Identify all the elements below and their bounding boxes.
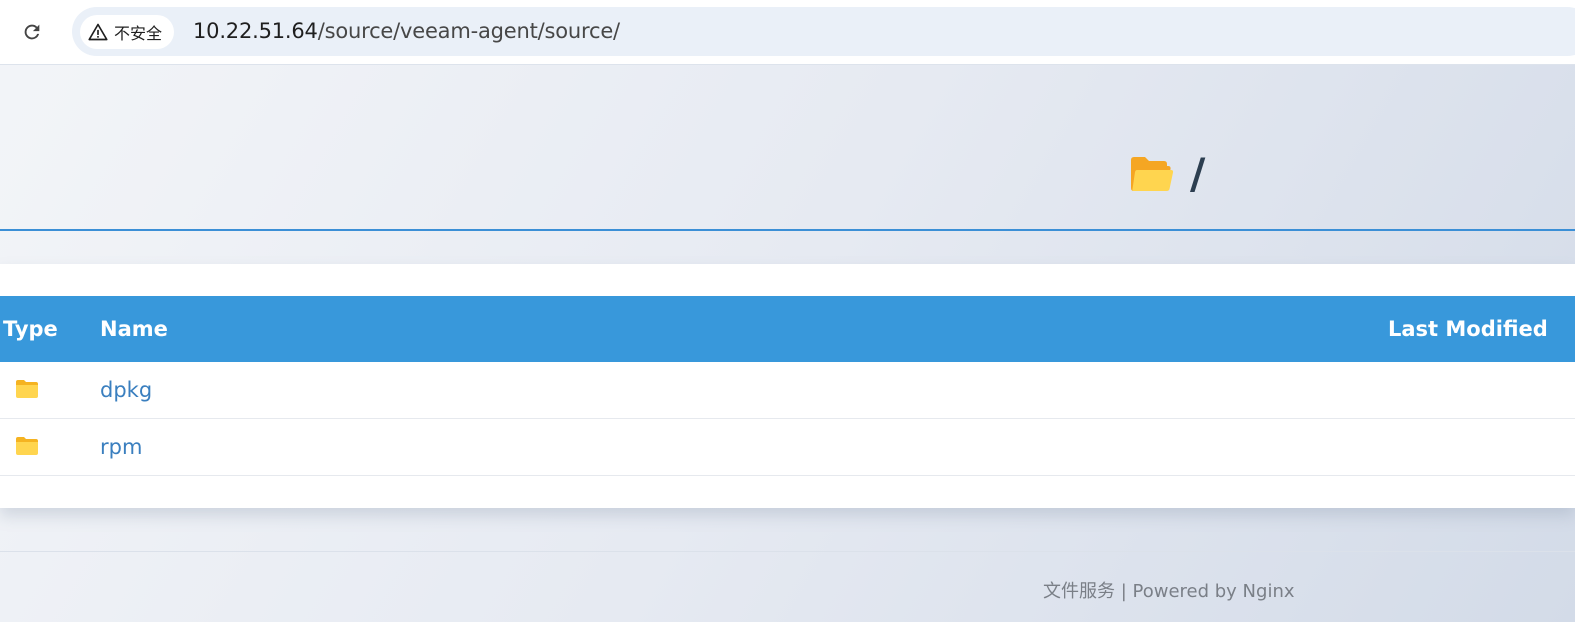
reload-icon — [24, 24, 40, 40]
warning-triangle-icon — [88, 23, 108, 41]
reload-button[interactable] — [14, 14, 50, 50]
path-title: / — [1190, 149, 1206, 198]
table-header: Type Name Last Modified — [0, 296, 1575, 362]
url-host: 10.22.51.64 — [193, 19, 318, 43]
folder-icon — [16, 380, 38, 398]
page-header: / — [0, 65, 1575, 230]
security-label: 不安全 — [114, 24, 163, 43]
address-bar[interactable]: 不安全 10.22.51.64/source/veeam-agent/sourc… — [72, 7, 1575, 56]
table-row: rpm — [0, 419, 1575, 476]
url-text[interactable]: 10.22.51.64/source/veeam-agent/source/ — [193, 7, 620, 56]
column-header-type[interactable]: Type — [3, 296, 58, 362]
security-indicator[interactable]: 不安全 — [80, 15, 175, 49]
folder-link-rpm[interactable]: rpm — [100, 419, 142, 475]
folder-link-dpkg[interactable]: dpkg — [100, 362, 152, 418]
header-divider — [0, 229, 1575, 231]
folder-icon — [16, 437, 38, 455]
column-header-name[interactable]: Name — [100, 296, 168, 362]
footer-divider — [0, 551, 1575, 552]
file-listing-table: Type Name Last Modified dpkg rpm — [0, 264, 1575, 508]
page-title: / — [1128, 153, 1205, 195]
folder-open-icon — [1131, 157, 1174, 191]
footer-text: 文件服务 | Powered by Nginx — [1043, 581, 1295, 602]
browser-toolbar: 不安全 10.22.51.64/source/veeam-agent/sourc… — [0, 0, 1575, 65]
table-row: dpkg — [0, 362, 1575, 419]
url-path: /source/veeam-agent/source/ — [317, 19, 620, 43]
column-header-last-modified[interactable]: Last Modified — [1388, 296, 1548, 362]
